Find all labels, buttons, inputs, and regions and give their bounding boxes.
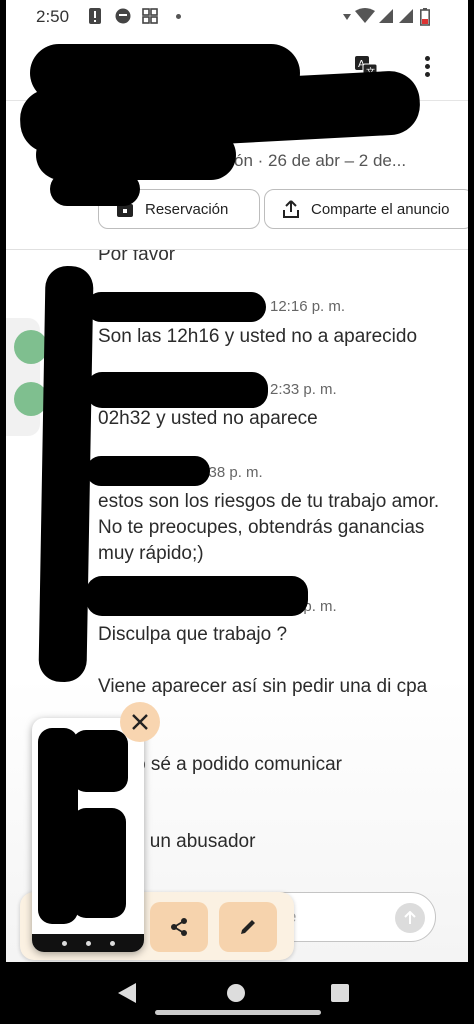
message-time: 12:16 p. m. <box>270 298 346 315</box>
signal-icon <box>378 8 394 28</box>
send-button[interactable] <box>395 903 425 933</box>
share-listing-button[interactable]: Comparte el anuncio <box>264 189 468 229</box>
message-text: Son las 12h16 y usted no a aparecido <box>98 326 418 347</box>
redaction-mark <box>86 576 308 616</box>
status-bar: 2:50 <box>6 0 468 34</box>
screenshot-thumbnail[interactable] <box>32 718 144 952</box>
app-screen: 2:50 A文 Próxim <box>6 0 468 962</box>
alert-icon <box>88 8 102 28</box>
share-icon <box>171 918 187 936</box>
gesture-handle <box>155 1010 321 1015</box>
home-icon[interactable] <box>227 984 245 1002</box>
edit-screenshot-button[interactable] <box>219 902 277 952</box>
message-text: 02h32 y usted no aparece <box>98 408 318 429</box>
close-screenshot-button[interactable] <box>120 702 160 742</box>
recents-icon[interactable] <box>331 984 349 1002</box>
message-text-line: nb no sé a podido comunicar <box>98 754 342 775</box>
message-text-line: Viene aparecer así sin pedir una di cpa <box>98 676 428 697</box>
message-time: 2:33 p. m. <box>270 381 337 398</box>
apps-grid-icon <box>142 8 158 28</box>
more-options-icon[interactable] <box>422 56 432 80</box>
redaction-mark <box>86 456 210 486</box>
chat-notification-icon <box>114 8 132 28</box>
message-text-line: Disculpa que trabajo ? <box>98 624 288 645</box>
message-text: estos son los riesgos de tu trabajo amor… <box>98 491 440 564</box>
message-text-line: ed es un abusador <box>98 831 256 852</box>
message-fragment: Por favor <box>98 250 176 265</box>
redaction-mark <box>50 172 140 206</box>
data-arrows-icon <box>342 8 352 28</box>
battery-low-icon <box>420 8 430 30</box>
redaction-mark <box>72 808 126 918</box>
signal-2-icon <box>398 8 414 28</box>
status-time: 2:50 <box>36 7 70 26</box>
floating-chip[interactable] <box>14 330 48 364</box>
share-listing-label: Comparte el anuncio <box>311 200 450 218</box>
reservation-button-label: Reservación <box>145 200 229 218</box>
back-icon[interactable] <box>118 983 136 1003</box>
redaction-mark <box>72 730 128 792</box>
pencil-icon <box>241 920 255 934</box>
share-screenshot-button[interactable] <box>150 902 208 952</box>
wifi-icon <box>354 8 376 28</box>
share-upload-icon <box>283 200 299 218</box>
system-nav-bar <box>0 962 474 1024</box>
arrow-up-icon <box>404 911 416 924</box>
redaction-mark <box>86 292 266 322</box>
more-notifications-dot <box>176 14 181 19</box>
message-text-line: usted <box>98 778 448 804</box>
redaction-mark <box>86 372 268 408</box>
thumbnail-nav-bar <box>32 934 144 952</box>
close-icon <box>132 714 148 730</box>
